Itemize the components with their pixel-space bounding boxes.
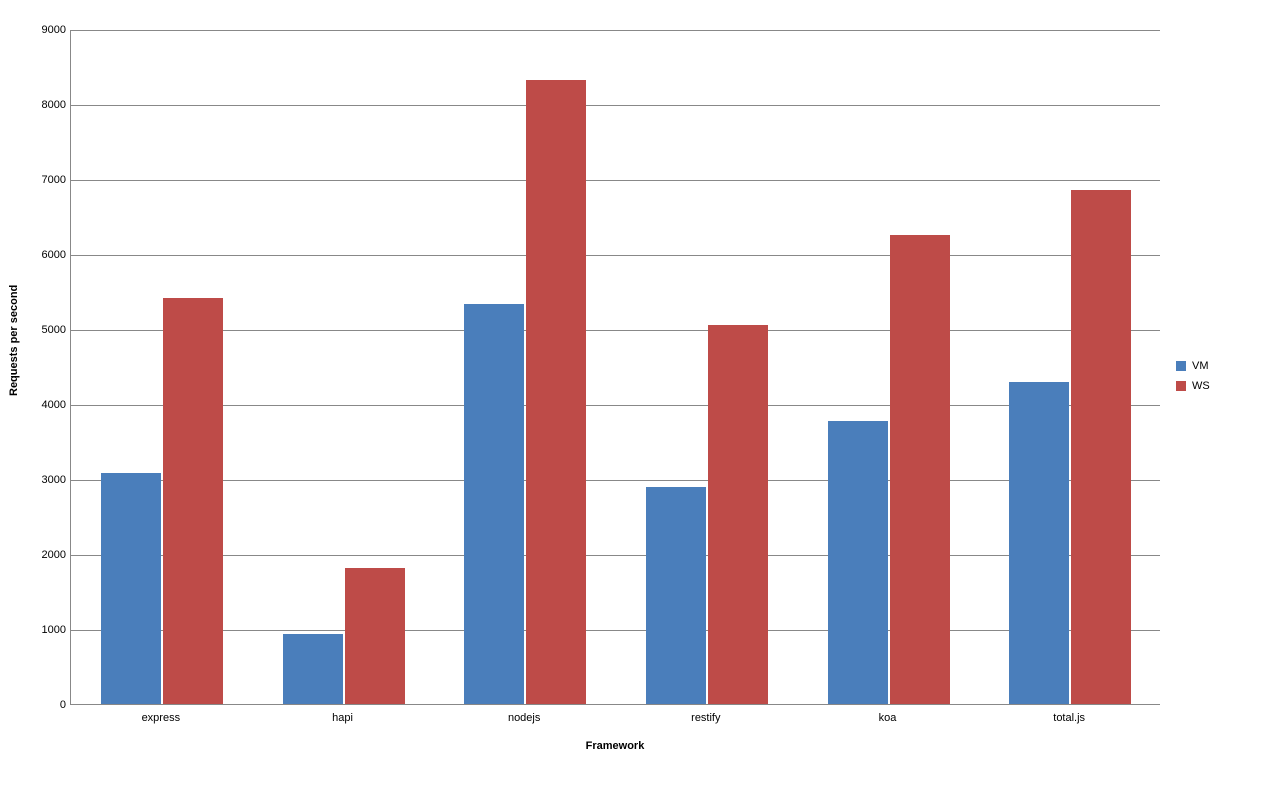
y-tick-label: 0 (6, 699, 66, 711)
gridline (71, 480, 1160, 481)
gridline (71, 630, 1160, 631)
y-axis-title: Requests per second (8, 285, 20, 396)
x-tick-label: koa (879, 712, 897, 724)
gridline (71, 30, 1160, 31)
y-tick-label: 9000 (6, 24, 66, 36)
y-tick-label: 3000 (6, 474, 66, 486)
y-tick-label: 4000 (6, 399, 66, 411)
x-tick-label: total.js (1053, 712, 1085, 724)
gridline (71, 405, 1160, 406)
gridline (71, 105, 1160, 106)
y-tick-label: 7000 (6, 174, 66, 186)
plot-area (70, 30, 1160, 705)
legend-label-vm: VM (1192, 360, 1209, 372)
bar-ws (890, 235, 950, 704)
bar-ws (708, 325, 768, 705)
x-tick-label: restify (691, 712, 720, 724)
gridline (71, 255, 1160, 256)
y-tick-label: 6000 (6, 249, 66, 261)
bar-ws (345, 568, 405, 704)
gridline (71, 180, 1160, 181)
legend-swatch-vm (1176, 361, 1186, 371)
bar-vm (828, 421, 888, 704)
legend-item-ws: WS (1176, 380, 1210, 392)
y-tick-label: 5000 (6, 324, 66, 336)
y-tick-label: 8000 (6, 99, 66, 111)
y-tick-label: 1000 (6, 624, 66, 636)
gridline (71, 555, 1160, 556)
legend-label-ws: WS (1192, 380, 1210, 392)
x-tick-label: hapi (332, 712, 353, 724)
bar-vm (464, 304, 524, 705)
bar-vm (1009, 382, 1069, 705)
x-axis-title: Framework (70, 740, 1160, 752)
gridline (71, 330, 1160, 331)
bar-ws (163, 298, 223, 705)
x-tick-label: nodejs (508, 712, 540, 724)
y-tick-label: 2000 (6, 549, 66, 561)
legend-item-vm: VM (1176, 360, 1210, 372)
bar-vm (646, 487, 706, 705)
x-tick-label: express (142, 712, 181, 724)
chart-container: Requests per second Framework VM WS 0 100… (0, 0, 1272, 792)
bar-vm (283, 634, 343, 704)
bar-vm (101, 473, 161, 704)
legend-swatch-ws (1176, 381, 1186, 391)
legend: VM WS (1176, 360, 1210, 400)
bar-ws (1071, 190, 1131, 704)
bar-ws (526, 80, 586, 704)
